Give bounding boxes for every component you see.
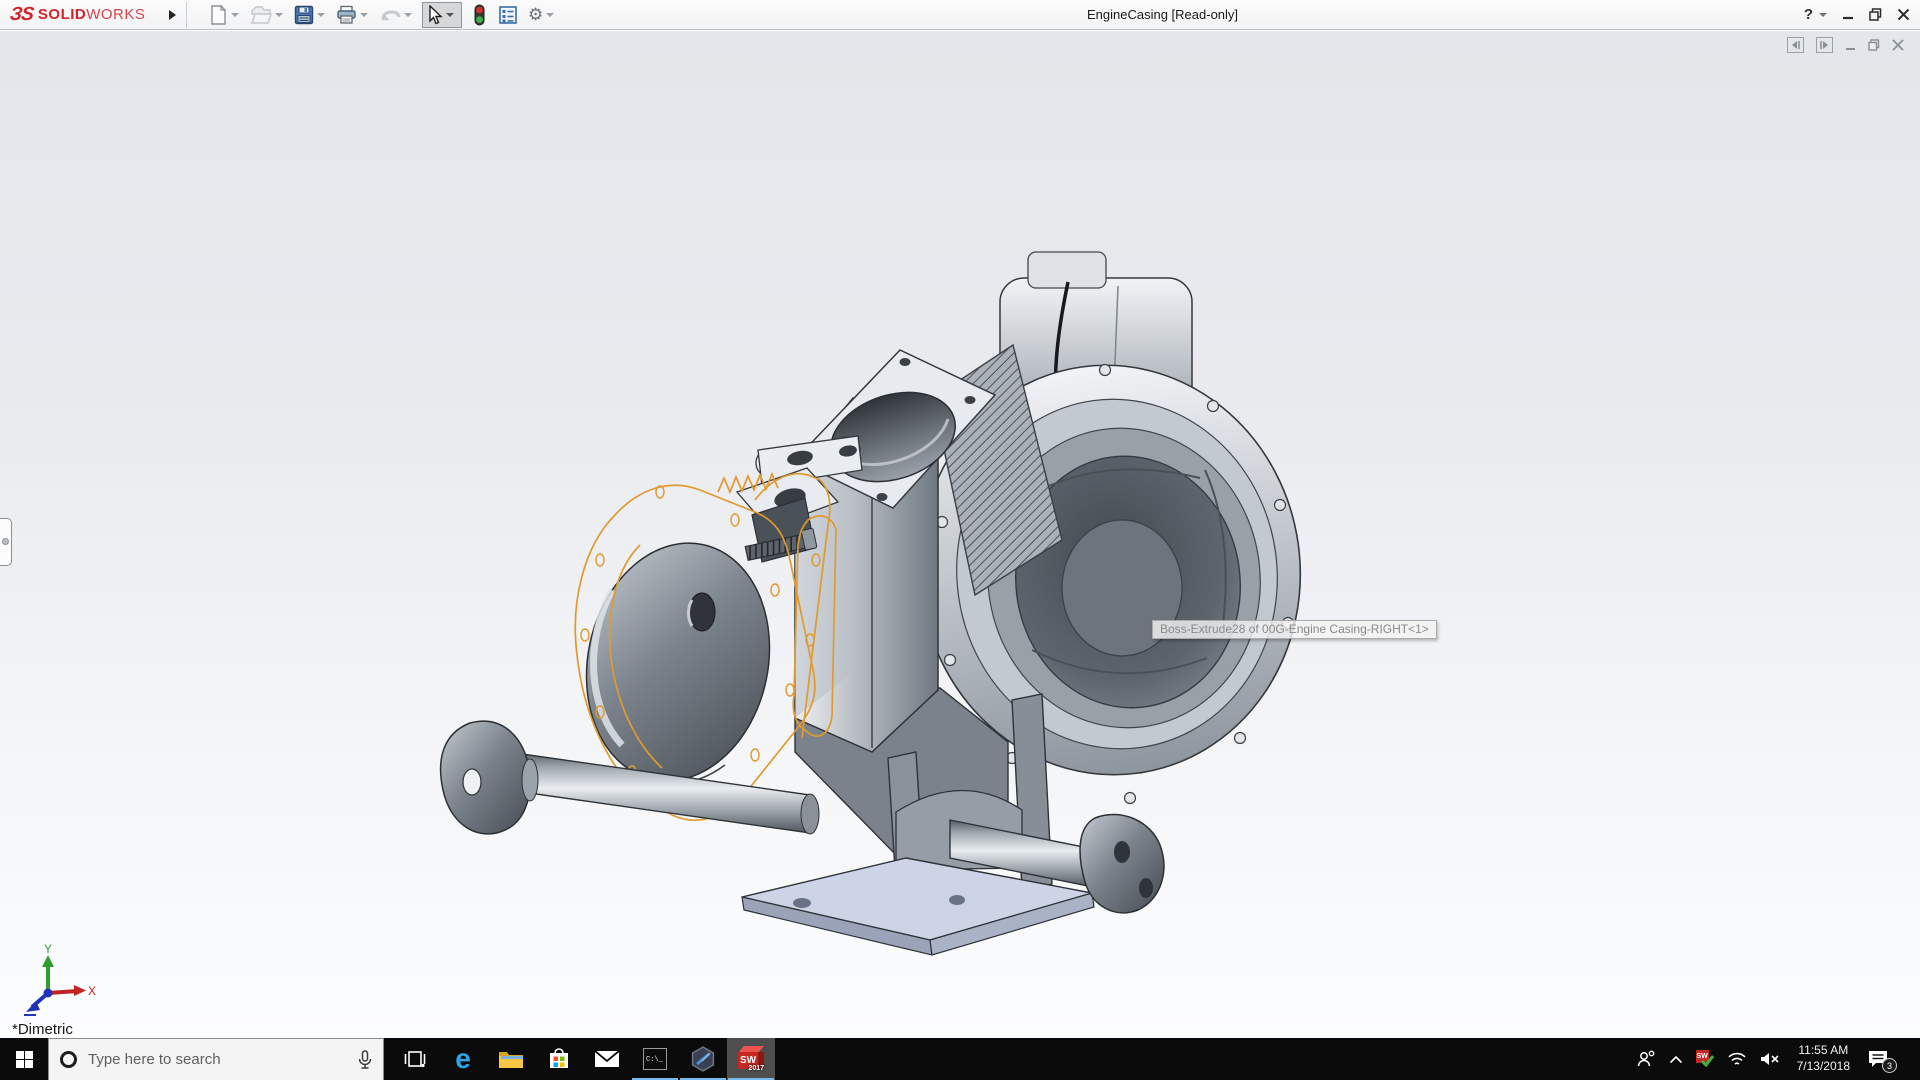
edge-icon: e — [455, 1045, 471, 1073]
logo-mark-icon: ЗS — [8, 4, 34, 26]
dropdown-caret-icon[interactable] — [231, 13, 239, 17]
main-toolbar: ⚙ — [208, 0, 564, 29]
undo-button[interactable] — [378, 3, 418, 27]
task-view-button[interactable] — [391, 1038, 439, 1080]
taskbar-edge[interactable]: e — [439, 1038, 487, 1080]
dropdown-caret-icon[interactable] — [546, 13, 554, 17]
cmd-label: C:\_ — [646, 1056, 663, 1064]
dropdown-caret-icon[interactable] — [360, 13, 368, 17]
solidworks-logo: ЗS SOLID WORKS — [10, 0, 145, 29]
gear-icon: ⚙ — [528, 6, 543, 23]
start-button[interactable] — [0, 1038, 48, 1080]
logo-text-bold: SOLID — [38, 6, 86, 23]
file-properties-icon — [498, 5, 518, 25]
print-icon — [336, 5, 357, 25]
wifi-icon — [1727, 1051, 1747, 1067]
feature-tooltip: Boss-Extrude28 of 00G-Engine Casing-RIGH… — [1152, 620, 1437, 639]
part-side-cover[interactable] — [565, 526, 791, 798]
triad-y-label: Y — [44, 942, 52, 956]
system-tray: SW 1 — [1636, 1038, 1920, 1080]
print-button[interactable] — [335, 3, 374, 27]
windows-taskbar: e — [0, 1038, 1920, 1080]
open-button[interactable] — [249, 3, 289, 27]
dropdown-caret-icon[interactable] — [275, 13, 283, 17]
restore-button[interactable] — [1869, 8, 1882, 21]
select-tool-button[interactable] — [422, 2, 462, 28]
minimize-button[interactable] — [1842, 9, 1854, 21]
volume-button[interactable] — [1760, 1051, 1780, 1067]
dropdown-caret-icon[interactable] — [446, 13, 454, 17]
solidworks-check-icon: SW — [1696, 1050, 1714, 1068]
toolbar-flyout-button[interactable] — [163, 3, 181, 26]
orientation-triad: Y X — [16, 941, 96, 1019]
sw-year-label: 2017 — [742, 1065, 764, 1072]
engine-casing-model[interactable] — [0, 31, 1920, 1038]
search-input[interactable] — [88, 1051, 347, 1068]
command-prompt-icon: C:\_ — [643, 1048, 667, 1070]
options-button[interactable]: ⚙ — [527, 4, 560, 25]
taskbar-mail[interactable] — [583, 1038, 631, 1080]
save-floppy-icon — [294, 5, 314, 25]
logo-text-light: WORKS — [86, 6, 145, 23]
action-center-button[interactable]: 3 — [1867, 1049, 1895, 1069]
tab-handle-dot-icon — [2, 538, 9, 545]
open-folder-icon — [250, 5, 272, 25]
help-caret-icon[interactable] — [1819, 13, 1827, 17]
taskbar-app-icons: e — [391, 1038, 775, 1080]
flyout-arrow-icon — [169, 10, 176, 20]
toolbar-separator — [186, 2, 187, 28]
chevron-up-icon — [1669, 1055, 1683, 1064]
title-bar: ЗS SOLID WORKS — [0, 0, 1920, 30]
file-explorer-icon — [498, 1048, 524, 1070]
microphone-icon[interactable] — [358, 1050, 372, 1070]
view-orientation-label: *Dimetric — [12, 1021, 73, 1038]
green-check-icon — [1701, 1055, 1714, 1067]
cortana-icon — [60, 1051, 77, 1068]
solidworks-window: ЗS SOLID WORKS — [0, 0, 1920, 1080]
notification-badge: 3 — [1882, 1058, 1897, 1073]
taskbar-search[interactable] — [48, 1038, 384, 1080]
file-properties-button[interactable] — [497, 3, 519, 27]
taskbar-hexagon-app[interactable] — [679, 1038, 727, 1080]
taskbar-solidworks-2017[interactable]: SW 2017 — [727, 1038, 775, 1080]
save-button[interactable] — [293, 3, 331, 27]
task-view-icon — [404, 1049, 426, 1069]
new-document-icon — [209, 5, 228, 25]
dropdown-caret-icon[interactable] — [404, 13, 412, 17]
network-button[interactable] — [1727, 1051, 1747, 1067]
graphics-viewport[interactable]: Boss-Extrude28 of 00G-Engine Casing-RIGH… — [0, 31, 1920, 1038]
feature-manager-collapsed-tab[interactable] — [0, 518, 12, 566]
clock-date: 7/13/2018 — [1797, 1059, 1850, 1075]
triad-x-label: X — [88, 984, 96, 998]
taskbar-file-explorer[interactable] — [487, 1038, 535, 1080]
traffic-light-icon — [473, 4, 486, 26]
select-cursor-icon — [425, 5, 443, 25]
dropdown-caret-icon[interactable] — [317, 13, 325, 17]
windows-logo-icon — [16, 1051, 33, 1068]
undo-arrow-icon — [379, 5, 401, 25]
solidworks-2017-icon: SW 2017 — [738, 1046, 764, 1072]
taskbar-store[interactable] — [535, 1038, 583, 1080]
rebuild-button[interactable] — [472, 2, 487, 28]
mail-icon — [594, 1049, 620, 1069]
clock-time: 11:55 AM — [1797, 1043, 1850, 1059]
solidworks-monitor-button[interactable]: SW — [1696, 1050, 1714, 1068]
close-button[interactable] — [1897, 8, 1910, 21]
people-button[interactable] — [1636, 1050, 1656, 1068]
help-button[interactable]: ? — [1804, 6, 1813, 23]
hexagon-app-icon — [690, 1046, 716, 1072]
new-document-button[interactable] — [208, 3, 245, 27]
taskbar-clock[interactable]: 11:55 AM 7/13/2018 — [1793, 1043, 1854, 1074]
window-title: EngineCasing [Read-only] — [1087, 0, 1238, 29]
tray-chevron-button[interactable] — [1669, 1055, 1683, 1064]
taskbar-command-prompt[interactable]: C:\_ — [631, 1038, 679, 1080]
window-controls: ? — [1804, 0, 1910, 29]
store-icon — [547, 1047, 571, 1071]
speaker-mute-icon — [1760, 1051, 1780, 1067]
people-icon — [1636, 1050, 1656, 1068]
